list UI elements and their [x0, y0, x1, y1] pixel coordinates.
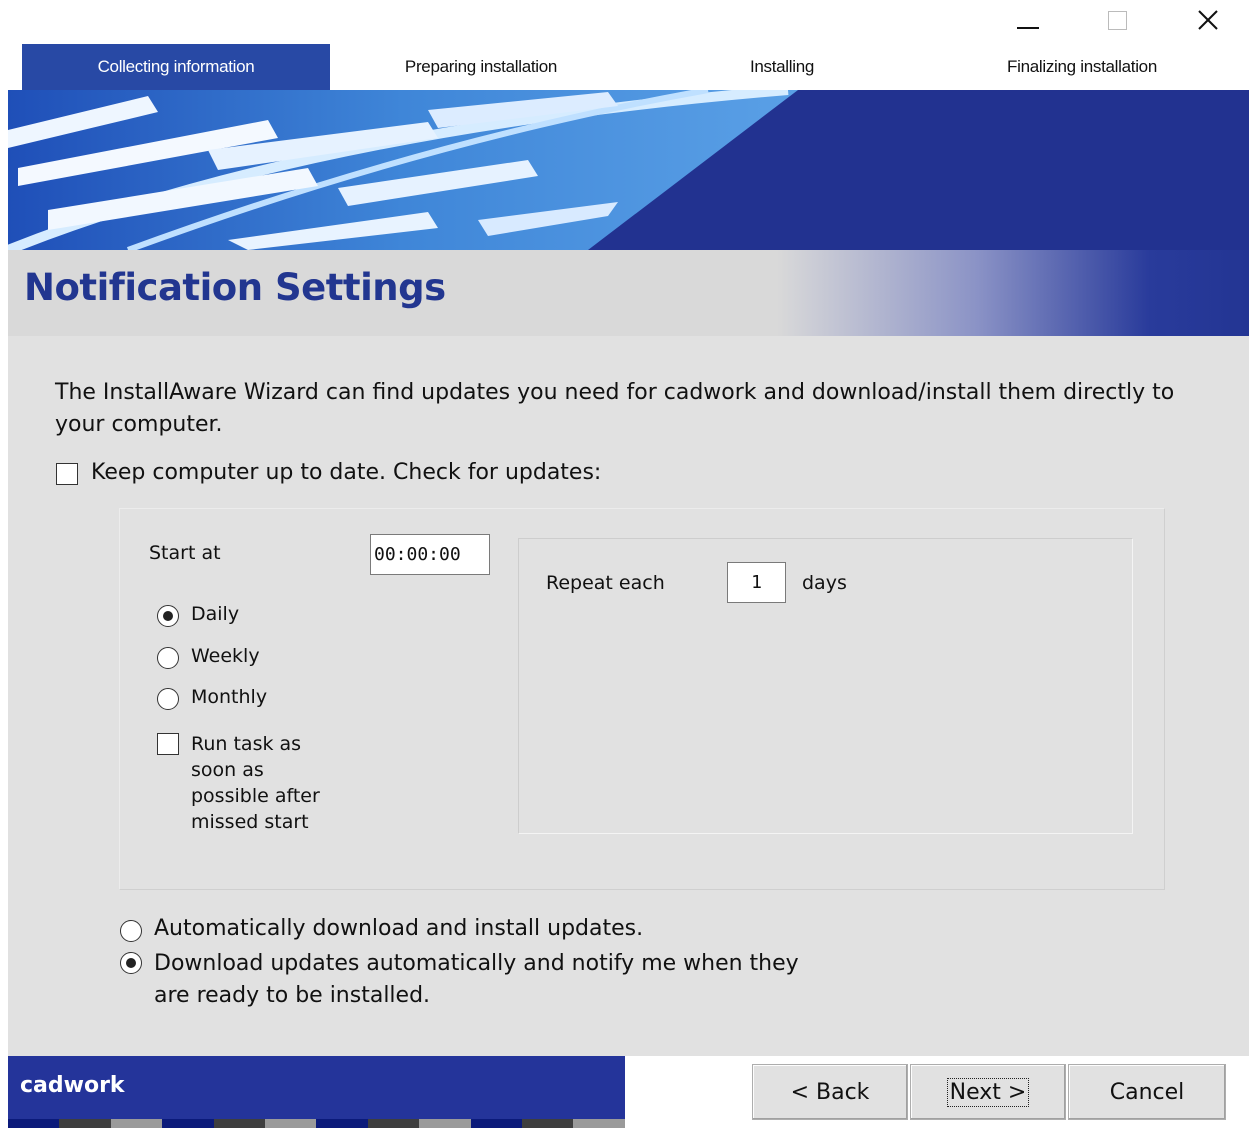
days-label: days [802, 572, 847, 594]
step-label: Collecting information [97, 57, 255, 76]
description-text: The InstallAware Wizard can find updates… [55, 380, 1175, 437]
start-at-input[interactable]: 00:00:00 [370, 534, 490, 575]
start-at-label: Start at [149, 542, 221, 564]
repeat-days-input[interactable]: 1 [727, 562, 786, 603]
keep-up-to-date-label[interactable]: Keep computer up to date. Check for upda… [91, 460, 601, 485]
minimize-button[interactable] [1003, 0, 1053, 40]
brand-strip [8, 1119, 625, 1128]
step-installing: Installing [632, 44, 932, 90]
weekly-radio[interactable] [157, 647, 179, 669]
daily-radio[interactable] [157, 605, 179, 627]
run-missed-line: missed start [191, 811, 309, 833]
back-label: < Back [790, 1079, 870, 1105]
notify-label[interactable]: Download updates automatically and notif… [154, 948, 799, 1012]
repeat-days-value: 1 [751, 572, 762, 593]
step-finalizing-installation: Finalizing installation [932, 44, 1232, 90]
step-label: Finalizing installation [1007, 57, 1157, 76]
maximize-button[interactable] [1092, 0, 1142, 40]
banner-image [8, 90, 1249, 250]
weekly-label[interactable]: Weekly [191, 645, 260, 667]
cancel-button[interactable]: Cancel [1068, 1064, 1226, 1120]
step-collecting-information: Collecting information [22, 44, 330, 90]
brand-logo: cadwork [20, 1073, 125, 1098]
back-button[interactable]: < Back [752, 1064, 908, 1120]
daily-label[interactable]: Daily [191, 603, 239, 625]
monthly-label[interactable]: Monthly [191, 686, 267, 708]
step-label: Installing [749, 57, 815, 76]
header-banner: Notification Settings [8, 90, 1249, 336]
monthly-radio[interactable] [157, 688, 179, 710]
close-button[interactable] [1183, 0, 1233, 40]
close-icon [1198, 10, 1218, 30]
wizard-steps: Collecting information Preparing install… [8, 44, 1249, 90]
auto-install-radio[interactable] [120, 920, 142, 942]
run-missed-label[interactable]: Run task as soon as possible after misse… [191, 731, 320, 835]
notify-line: Download updates automatically and notif… [154, 951, 799, 976]
run-missed-line: soon as [191, 759, 264, 781]
auto-install-label[interactable]: Automatically download and install updat… [154, 916, 643, 941]
next-button[interactable]: Next > [910, 1064, 1066, 1120]
cancel-label: Cancel [1109, 1079, 1185, 1105]
minimize-icon [1017, 27, 1039, 29]
step-label: Preparing installation [404, 57, 558, 76]
notify-radio[interactable] [120, 952, 142, 974]
maximize-icon [1107, 10, 1127, 30]
page-title: Notification Settings [24, 266, 446, 309]
run-missed-line: possible after [191, 785, 320, 807]
start-at-value: 00:00:00 [374, 544, 461, 565]
repeat-each-label: Repeat each [546, 572, 665, 594]
run-missed-checkbox[interactable] [157, 733, 179, 755]
notify-line: are ready to be installed. [154, 983, 431, 1008]
run-missed-line: Run task as [191, 733, 302, 755]
keep-up-to-date-checkbox[interactable] [56, 463, 78, 485]
step-preparing-installation: Preparing installation [330, 44, 632, 90]
next-label: Next > [946, 1077, 1030, 1107]
